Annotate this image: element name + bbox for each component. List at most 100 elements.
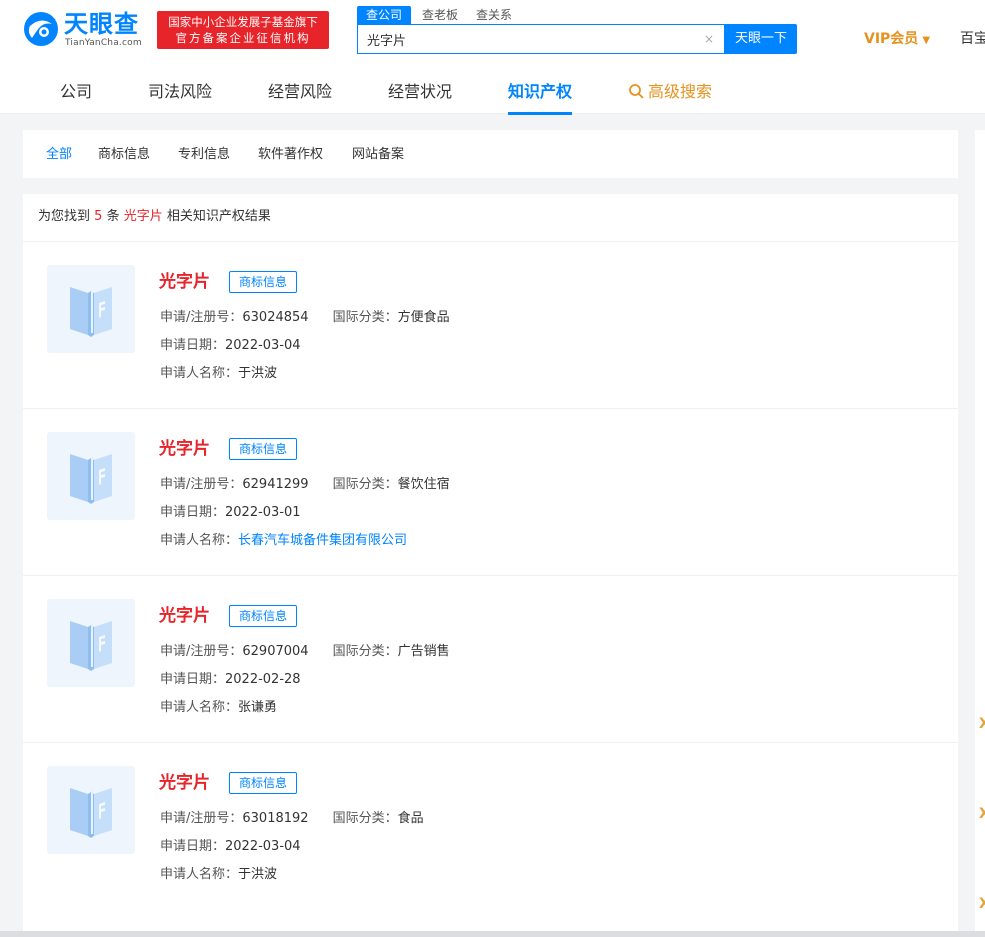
nav-item-judicial-risk[interactable]: 司法风险 <box>148 82 212 102</box>
subtab-trademark[interactable]: 商标信息 <box>98 146 150 164</box>
intl-class-value: 广告销售 <box>397 644 450 659</box>
subtab-website-filing[interactable]: 网站备案 <box>352 146 404 164</box>
intl-class-label: 国际分类： <box>332 310 398 325</box>
trademark-name[interactable]: 光字片 <box>159 438 210 460</box>
logo-domain: TianYanCha.com <box>65 38 142 48</box>
reg-no-label: 申请/注册号： <box>160 811 243 826</box>
category-tag: 商标信息 <box>229 438 297 460</box>
trademark-book-icon <box>70 788 112 838</box>
applicant-line: 申请人名称：长春汽车城备件集团有限公司 <box>160 532 407 550</box>
trademark-thumbnail[interactable] <box>47 599 135 687</box>
result-summary: 为您找到 5 条 光字片 相关知识产权结果 <box>38 208 271 226</box>
nav-item-ip[interactable]: 知识产权 <box>508 82 572 102</box>
apply-date-value: 2022-03-04 <box>225 839 301 854</box>
intl-class-label: 国际分类： <box>332 477 398 492</box>
main-nav: 公司 司法风险 经营风险 经营状况 知识产权 高级搜索 <box>0 66 985 115</box>
chevron-down-icon: ▼ <box>922 35 931 46</box>
trademark-thumbnail[interactable] <box>47 265 135 353</box>
applicant-value[interactable]: 长春汽车城备件集团有限公司 <box>238 533 407 548</box>
apply-date-label: 申请日期： <box>160 338 226 353</box>
applicant-label: 申请人名称： <box>160 700 239 715</box>
apply-date-line: 申请日期：2022-02-28 <box>160 671 301 689</box>
search-icon <box>629 84 644 99</box>
nav-item-operating-risk[interactable]: 经营风险 <box>268 82 332 102</box>
intl-class-value: 餐饮住宿 <box>397 477 450 492</box>
reg-no-label: 申请/注册号： <box>160 310 243 325</box>
nav-active-indicator <box>508 112 572 115</box>
site-logo[interactable]: 天眼查 TianYanCha.com <box>22 10 150 50</box>
tianyancha-logo-icon <box>24 12 58 46</box>
search-button[interactable]: 天眼一下 <box>725 24 797 54</box>
trademark-thumbnail[interactable] <box>47 766 135 854</box>
apply-date-label: 申请日期： <box>160 672 226 687</box>
category-tag: 商标信息 <box>229 772 297 794</box>
logo-name: 天眼查 <box>64 10 139 38</box>
results-panel: 为您找到 5 条 光字片 相关知识产权结果 光字片 商标信息 申请/注册号：6302… <box>23 194 958 937</box>
intl-class-label: 国际分类： <box>332 644 398 659</box>
toolbox-menu[interactable]: 百宝 <box>960 30 985 48</box>
intl-class-value: 食品 <box>397 811 424 826</box>
apply-date-value: 2022-03-01 <box>225 505 301 520</box>
nav-item-operating-status[interactable]: 经营状况 <box>388 82 452 102</box>
apply-date-label: 申请日期： <box>160 505 226 520</box>
reg-no-label: 申请/注册号： <box>160 644 243 659</box>
horizontal-scrollbar[interactable] <box>0 931 985 937</box>
applicant-label: 申请人名称： <box>160 366 239 381</box>
applicant-line: 申请人名称：于洪波 <box>160 365 277 383</box>
reg-info-line: 申请/注册号：63018192 国际分类：食品 <box>160 810 424 828</box>
trademark-book-icon <box>70 621 112 671</box>
trademark-thumbnail[interactable] <box>47 432 135 520</box>
subtab-all[interactable]: 全部 <box>46 146 72 164</box>
ip-subtabs: 全部 商标信息 专利信息 软件著作权 网站备案 <box>23 130 958 178</box>
summary-keyword: 光字片 <box>123 209 163 224</box>
result-row[interactable]: 光字片 商标信息申请/注册号：62907004 国际分类：广告销售 申请日期：2022… <box>23 576 958 743</box>
apply-date-label: 申请日期： <box>160 839 226 854</box>
advanced-search-label: 高级搜索 <box>648 82 713 101</box>
search-input[interactable] <box>358 25 698 53</box>
result-row[interactable]: 光字片 商标信息 申请/注册号：63024854 国际分类：方便食品 申请日期：2022… <box>23 242 958 409</box>
reg-no-value: 63024854 <box>242 310 309 325</box>
summary-unit: 条 <box>106 209 120 224</box>
right-edge-glyph: X <box>979 896 985 912</box>
result-row[interactable]: 光字片 商标信息申请/注册号：62941299 国际分类：餐饮住宿 申请日期：2022… <box>23 409 958 576</box>
apply-date-line: 申请日期：2022-03-04 <box>160 337 301 355</box>
search-box: × <box>357 24 725 54</box>
apply-date-value: 2022-02-28 <box>225 672 301 687</box>
search-tab-relation[interactable]: 查关系 <box>469 6 519 24</box>
reg-info-line: 申请/注册号：62941299 国际分类：餐饮住宿 <box>160 476 450 494</box>
summary-suffix: 相关知识产权结果 <box>166 209 271 224</box>
trademark-name[interactable]: 光字片 <box>159 271 210 293</box>
nav-item-advanced-search[interactable]: 高级搜索 <box>628 82 712 102</box>
reg-no-value: 63018192 <box>242 811 309 826</box>
trademark-book-icon <box>70 287 112 337</box>
right-edge-glyph: X <box>979 716 985 732</box>
gov-badge: 国家中小企业发展子基金旗下 官方备案企业征信机构 <box>157 11 329 49</box>
vip-menu[interactable]: VIP会员 ▼ <box>864 30 930 50</box>
subtab-software-copyright[interactable]: 软件著作权 <box>258 146 323 164</box>
trademark-book-icon <box>70 454 112 504</box>
intl-class-value: 方便食品 <box>397 310 450 325</box>
applicant-line: 申请人名称：于洪波 <box>160 866 277 884</box>
apply-date-value: 2022-03-04 <box>225 338 301 353</box>
applicant-label: 申请人名称： <box>160 533 239 548</box>
apply-date-line: 申请日期：2022-03-01 <box>160 504 301 522</box>
summary-prefix: 为您找到 <box>38 209 91 224</box>
vip-label: VIP会员 <box>864 31 919 47</box>
reg-info-line: 申请/注册号：63024854 国际分类：方便食品 <box>160 309 450 327</box>
search-tab-boss[interactable]: 查老板 <box>415 6 465 24</box>
search-tab-company[interactable]: 查公司 <box>357 6 411 24</box>
site-header: 天眼查 TianYanCha.com 国家中小企业发展子基金旗下 官方备案企业征… <box>0 0 985 115</box>
subtab-patent[interactable]: 专利信息 <box>178 146 230 164</box>
clear-icon[interactable]: × <box>702 32 716 46</box>
result-row[interactable]: 光字片 商标信息申请/注册号：63018192 国际分类：食品 申请日期：2022-0… <box>23 743 958 910</box>
gov-badge-line2: 官方备案企业征信机构 <box>175 31 311 45</box>
nav-item-company[interactable]: 公司 <box>60 82 92 102</box>
applicant-line: 申请人名称：张谦勇 <box>160 699 277 717</box>
right-edge-glyph: X <box>979 806 985 822</box>
apply-date-line: 申请日期：2022-03-04 <box>160 838 301 856</box>
trademark-name[interactable]: 光字片 <box>159 605 210 627</box>
trademark-name[interactable]: 光字片 <box>159 772 210 794</box>
applicant-value: 于洪波 <box>238 867 278 882</box>
category-tag: 商标信息 <box>229 605 297 627</box>
reg-info-line: 申请/注册号：62907004 国际分类：广告销售 <box>160 643 450 661</box>
